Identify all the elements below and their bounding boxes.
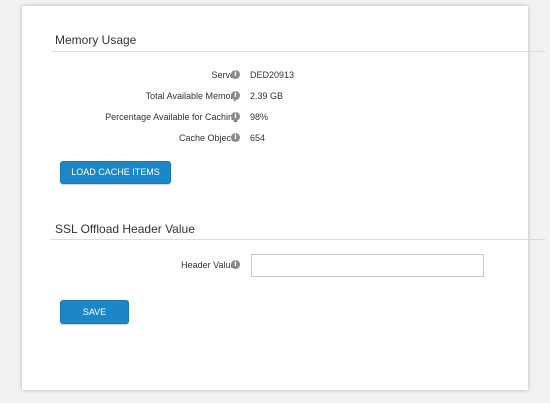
info-icon[interactable]: i — [231, 91, 240, 100]
header-value-label-text: Header Value: — [181, 260, 238, 270]
server-row: Server i DED20913 — [22, 70, 528, 84]
caching-percentage-label: Percentage Available for Caching — [105, 112, 238, 122]
memory-usage-title: Memory Usage — [55, 33, 137, 47]
cache-objects-value: 654 — [250, 133, 266, 143]
total-memory-row: Total Available Memory i 2.39 GB — [22, 91, 528, 105]
save-button[interactable]: SAVE — [60, 300, 129, 324]
ssl-offload-divider — [51, 239, 545, 240]
total-memory-value: 2.39 GB — [250, 91, 284, 101]
info-icon[interactable]: i — [231, 133, 240, 142]
settings-panel: Memory Usage Server i DED20913 Total Ava… — [22, 6, 545, 390]
info-icon[interactable]: i — [231, 260, 240, 269]
ssl-offload-title: SSL Offload Header Value — [55, 222, 195, 236]
cache-objects-row: Cache Objects i 654 — [22, 133, 528, 147]
info-icon[interactable]: i — [231, 112, 240, 121]
caching-percentage-row: Percentage Available for Caching i 98% — [22, 112, 528, 126]
total-memory-label: Total Available Memory — [145, 91, 238, 101]
header-value-label: Header Value: — [181, 260, 238, 270]
load-cache-items-button[interactable]: LOAD CACHE ITEMS — [60, 161, 171, 184]
server-value: DED20913 — [250, 70, 295, 80]
cache-objects-label: Cache Objects — [178, 133, 238, 143]
info-icon[interactable]: i — [231, 70, 240, 79]
caching-percentage-value: 98% — [250, 112, 269, 122]
memory-usage-divider — [51, 51, 545, 52]
header-value-input[interactable] — [251, 254, 484, 277]
